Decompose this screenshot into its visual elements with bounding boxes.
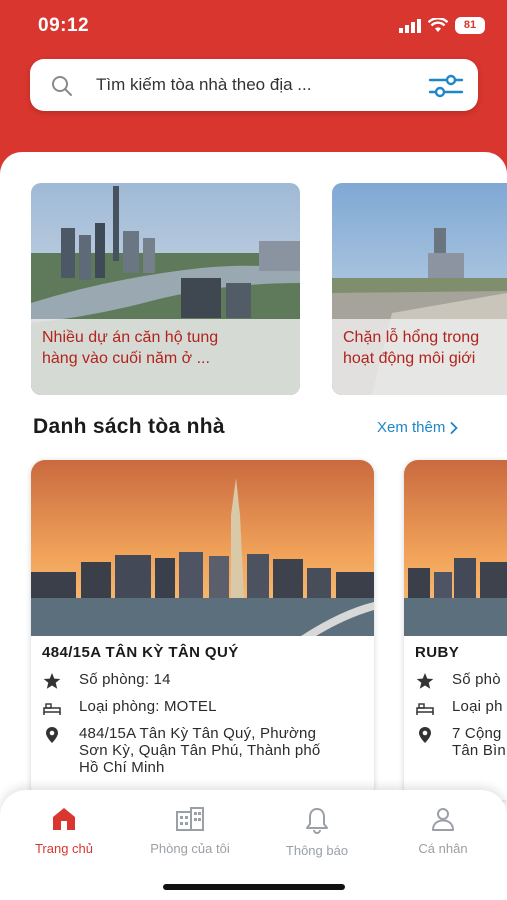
home-indicator [163, 884, 345, 890]
address-row: 7 Cộng Tân Bìn [416, 725, 507, 765]
location-pin-icon [419, 727, 431, 743]
building-card[interactable]: 484/15A TÂN KỲ TÂN QUÝ Số phòng: 14 Loại… [31, 460, 374, 800]
search-bar[interactable]: Tìm kiếm tòa nhà theo địa ... [30, 59, 478, 111]
nav-label: Thông báo [285, 843, 349, 858]
room-type-row: Loại ph [416, 698, 507, 718]
building-name: 484/15A TÂN KỲ TÂN QUÝ [42, 644, 239, 661]
person-icon [432, 808, 454, 831]
search-icon [52, 76, 72, 96]
bed-icon [416, 703, 434, 715]
news-title: Chặn lỗ hổng trong hoạt động môi giới [343, 329, 480, 367]
battery-icon: 81 [455, 17, 485, 34]
wifi-icon [428, 18, 448, 32]
status-bar: 09:12 81 [0, 0, 507, 50]
room-count-row: Số phò [416, 671, 507, 691]
section-title: Danh sách tòa nhà [33, 415, 225, 438]
home-icon [53, 808, 75, 830]
news-card[interactable]: Chặn lỗ hổng trong hoạt động môi giới [332, 183, 507, 395]
star-icon [416, 673, 434, 689]
location-pin-icon [46, 727, 58, 743]
news-card[interactable]: Nhiều dự án căn hộ tung hàng vào cuối nă… [31, 183, 300, 395]
nav-item-notifications[interactable]: Thông báo [267, 806, 367, 858]
status-icons: 81 [399, 17, 485, 34]
address-text: 484/15A Tân Kỳ Tân Quý, Phường Sơn Kỳ, Q… [79, 725, 321, 776]
status-time: 09:12 [38, 15, 90, 36]
filter-sliders-icon[interactable] [428, 73, 464, 99]
chevron-right-icon [450, 421, 459, 434]
address-row: 484/15A Tân Kỳ Tân Quý, Phường Sơn Kỳ, Q… [43, 725, 363, 781]
building-image [404, 460, 507, 636]
address-text: 7 Cộng Tân Bìn [452, 725, 506, 759]
nav-label: Cá nhân [418, 841, 468, 856]
cellular-signal-icon [399, 18, 421, 33]
see-more-label: Xem thêm [377, 419, 446, 436]
nav-label: Phòng của tôi [150, 841, 230, 856]
news-title: Nhiều dự án căn hộ tung hàng vào cuối nă… [42, 329, 219, 367]
bed-icon [43, 703, 61, 715]
see-more-link[interactable]: Xem thêm [377, 419, 459, 436]
building-image [31, 460, 374, 636]
search-input[interactable]: Tìm kiếm tòa nhà theo địa ... [96, 75, 311, 95]
room-count-row: Số phòng: 14 [43, 671, 363, 691]
star-icon [43, 673, 61, 689]
nav-label: Trang chủ [34, 841, 94, 856]
nav-item-my-rooms[interactable]: Phòng của tôi [140, 806, 240, 856]
nav-item-profile[interactable]: Cá nhân [393, 806, 493, 856]
room-type-row: Loại phòng: MOTEL [43, 698, 363, 718]
building-card[interactable]: RUBY Số phò Loại ph 7 Cộng Tân Bìn [404, 460, 507, 800]
building-name: RUBY [415, 644, 460, 661]
nav-item-home[interactable]: Trang chủ [14, 806, 114, 856]
building-icon [176, 807, 204, 831]
bell-icon [306, 808, 328, 834]
